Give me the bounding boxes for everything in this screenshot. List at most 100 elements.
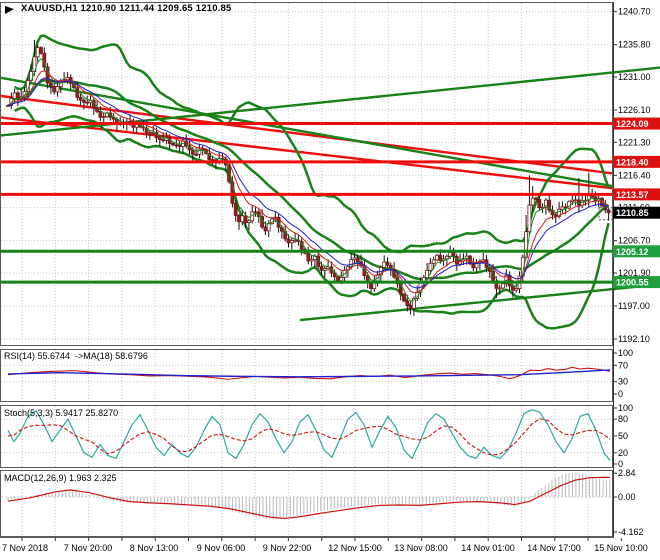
time-axis-label: 13 Nov 08:00	[394, 543, 448, 553]
candle-bear	[405, 300, 410, 306]
macd-axis-label: 0.00	[618, 492, 636, 502]
candle-bull	[497, 287, 502, 290]
candle-bull	[530, 197, 535, 206]
price-axis-label: 1235.80	[618, 40, 651, 50]
candle-bear	[306, 252, 311, 262]
candle-bull	[101, 116, 106, 118]
macd-signal-line	[7, 476, 611, 520]
candle-bull	[12, 92, 17, 99]
level-badge: 1218.40	[616, 157, 649, 167]
candle-bear	[451, 252, 456, 257]
candle-bull	[35, 47, 40, 58]
candle-bear	[49, 82, 53, 87]
candle-bull	[428, 262, 433, 271]
price-axis-label: 1240.70	[618, 7, 651, 17]
rsi-axis-label: 70	[618, 360, 628, 370]
candle-bull	[382, 261, 387, 268]
candle-bear	[286, 238, 291, 244]
bollinger-lower[interactable]	[14, 106, 610, 330]
candle-bull	[352, 257, 357, 261]
price-axis-label: 1216.40	[618, 170, 651, 180]
price-axis-label: 1192.10	[618, 334, 650, 344]
candle-bear	[82, 99, 86, 103]
time-axis-label: 15 Nov 10:00	[594, 543, 648, 553]
trendline-red[interactable]	[0, 116, 613, 190]
candle-bear	[402, 293, 406, 302]
candle-bear	[15, 92, 20, 100]
candle-bear	[336, 276, 340, 282]
stoch-axis-label: 100	[618, 403, 633, 413]
time-axis-label: 7 Nov 2018	[2, 543, 48, 553]
time-axis-label: 8 Nov 13:00	[130, 543, 179, 553]
candle-bull	[339, 276, 344, 282]
price-axis-label: 1226.10	[618, 105, 651, 115]
candle-bull	[55, 86, 60, 93]
candle-bull	[501, 283, 505, 289]
candle-bull	[293, 239, 298, 242]
candle-bear	[454, 255, 459, 265]
candle-bull	[147, 132, 152, 134]
candle-bear	[534, 197, 538, 200]
stoch-k-line	[7, 409, 611, 462]
price-axis-label: 1197.00	[618, 301, 650, 311]
candle-bear	[355, 257, 360, 263]
stoch-axis-label: 20	[618, 448, 628, 458]
stoch-axis-label: 50	[618, 431, 628, 441]
candle-bull	[514, 288, 519, 291]
candle-bull	[573, 199, 578, 202]
candle-bear	[243, 215, 248, 223]
candle-bear	[606, 209, 611, 214]
candle-bull	[527, 204, 532, 233]
candle-bull	[289, 240, 294, 244]
macd-axis-label: 2.84	[618, 468, 636, 478]
macd-axis-label: -4.162	[618, 527, 644, 537]
level-badge: 1224.09	[616, 119, 649, 129]
candle-bear	[590, 195, 594, 198]
candle-bear	[177, 144, 182, 147]
candle-bull	[309, 259, 314, 262]
candle-bear	[537, 198, 542, 209]
candle-bear	[263, 226, 268, 232]
level-badge: 1213.57	[616, 190, 649, 200]
chart-canvas[interactable]: 1240.70 1235.80 1231.00 1226.10 1221.30 1216.…	[0, 0, 660, 560]
trendline-green[interactable]	[299, 283, 660, 322]
candle-bear	[319, 266, 324, 271]
candle-bear	[78, 96, 83, 101]
time-axis-label: 12 Nov 15:00	[328, 543, 382, 553]
candle-bear	[233, 202, 238, 216]
candle-bear	[161, 139, 166, 142]
candle-bull	[240, 215, 245, 223]
candle-bear	[237, 215, 241, 223]
price-axis-label: 1221.30	[618, 137, 651, 147]
candle-bull	[246, 220, 251, 223]
candle-bear	[408, 305, 413, 309]
candle-bull	[322, 268, 327, 271]
candle-bear	[253, 211, 258, 214]
candle-bear	[194, 153, 199, 156]
candle-bull	[197, 148, 202, 155]
time-axis-label: 14 Nov 01:00	[461, 543, 515, 553]
candle-bear	[39, 47, 43, 54]
time-axis-label: 14 Nov 17:00	[527, 543, 581, 553]
mt4-chart-window: 1240.70 1235.80 1231.00 1226.10 1221.30 1216.…	[0, 0, 660, 560]
time-axis-label: 9 Nov 06:00	[197, 543, 246, 553]
rsi-axis-label: 0	[618, 389, 623, 399]
level-badge: 1205.12	[616, 247, 649, 257]
candle-bear	[52, 86, 57, 93]
candle-bull	[570, 199, 575, 203]
candle-bear	[174, 144, 179, 147]
candle-bull	[266, 223, 271, 232]
level-badge: 1200.55	[616, 278, 649, 288]
candle-bull	[435, 254, 439, 261]
time-axis-label: 7 Nov 20:00	[64, 543, 113, 553]
candle-bear	[171, 142, 175, 146]
candle-bull	[65, 77, 70, 81]
candle-bear	[510, 285, 515, 291]
rsi-axis-label: 100	[618, 348, 633, 358]
bollinger-upper[interactable]	[14, 34, 610, 254]
rsi-axis-label: 30	[618, 377, 628, 387]
candle-bear	[438, 254, 443, 261]
candle-bull	[431, 259, 436, 264]
candle-bear	[85, 101, 90, 104]
candle-bear	[471, 263, 476, 269]
